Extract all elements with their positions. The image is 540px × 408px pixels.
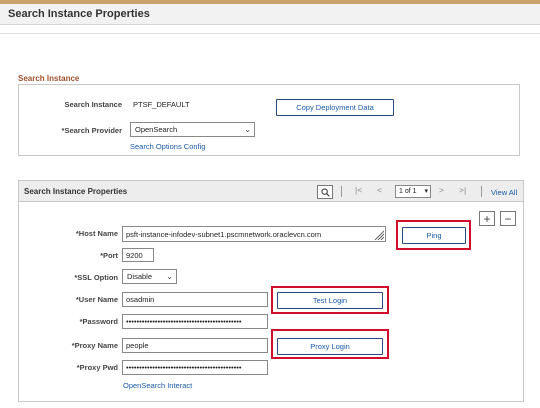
grid-title: Search Instance Properties (24, 187, 128, 196)
proxy-pwd-label: *Proxy Pwd (76, 363, 118, 372)
host-name-value: psft-instance-infodev-subnet1.pscmnetwor… (126, 229, 322, 239)
toolbar-separator (341, 186, 342, 197)
last-page-icon[interactable]: >| (459, 185, 466, 195)
proxy-name-value: people (126, 341, 149, 350)
search-instance-value: PTSF_DEFAULT (133, 100, 190, 109)
search-instance-panel (18, 84, 520, 156)
chevron-down-icon: ⌄ (166, 272, 173, 281)
copy-deployment-data-button[interactable]: Copy Deployment Data (276, 99, 394, 116)
opensearch-interact-link[interactable]: OpenSearch Interact (123, 381, 192, 390)
user-name-value: osadmin (126, 295, 155, 304)
ssl-option-value: Disable (127, 272, 153, 281)
highlight-ping (396, 220, 471, 250)
search-provider-select[interactable]: OpenSearch ⌄ (130, 122, 255, 137)
port-value: 9200 (126, 250, 143, 260)
section-label-search-instance: Search Instance (18, 74, 80, 83)
host-name-label: *Host Name (75, 229, 118, 238)
password-value: ••••••••••••••••••••••••••••••••••••••••… (126, 317, 242, 326)
proxy-name-field[interactable]: people (122, 338, 268, 353)
search-icon[interactable] (317, 185, 333, 199)
search-instance-label: Search Instance (64, 100, 122, 109)
first-page-icon[interactable]: |< (355, 185, 362, 195)
ssl-option-select[interactable]: Disable ⌄ (122, 269, 177, 284)
page-title: Search Instance Properties (8, 8, 150, 20)
port-field[interactable]: 9200 (122, 248, 154, 262)
search-options-config-link[interactable]: Search Options Config (130, 142, 205, 151)
title-bar: Search Instance Properties (0, 4, 540, 25)
password-field[interactable]: ••••••••••••••••••••••••••••••••••••••••… (122, 314, 268, 329)
search-provider-label: *Search Provider (61, 126, 122, 135)
previous-page-icon[interactable]: < (377, 185, 382, 195)
highlight-test-login (271, 286, 389, 314)
chevron-down-icon: ⌄ (244, 125, 251, 134)
user-name-label: *User Name (75, 295, 118, 304)
search-provider-value: OpenSearch (135, 125, 178, 134)
password-label: *Password (79, 317, 118, 326)
highlight-proxy-login (271, 329, 389, 359)
properties-grid-header: Search Instance Properties |< < 1 of 1 ▾… (18, 180, 524, 202)
add-row-button[interactable]: + (479, 211, 495, 226)
proxy-pwd-value: ••••••••••••••••••••••••••••••••••••••••… (126, 363, 242, 372)
proxy-name-label: *Proxy Name (71, 341, 118, 350)
delete-row-button[interactable]: − (500, 211, 516, 226)
view-all-link[interactable]: View All (491, 188, 517, 197)
port-label: *Port (100, 251, 118, 260)
toolbar-separator (481, 186, 482, 197)
host-name-field[interactable]: psft-instance-infodev-subnet1.pscmnetwor… (122, 226, 386, 242)
proxy-pwd-field[interactable]: ••••••••••••••••••••••••••••••••••••••••… (122, 360, 268, 375)
pager-value: 1 of 1 (399, 188, 417, 195)
chevron-down-icon: ▾ (424, 188, 428, 195)
user-name-field[interactable]: osadmin (122, 292, 268, 307)
divider (0, 33, 540, 34)
next-page-icon[interactable]: > (439, 185, 444, 195)
ssl-option-label: *SSL Option (74, 273, 118, 282)
page-selector[interactable]: 1 of 1 ▾ (395, 185, 431, 198)
resize-handle-icon[interactable] (372, 230, 384, 240)
